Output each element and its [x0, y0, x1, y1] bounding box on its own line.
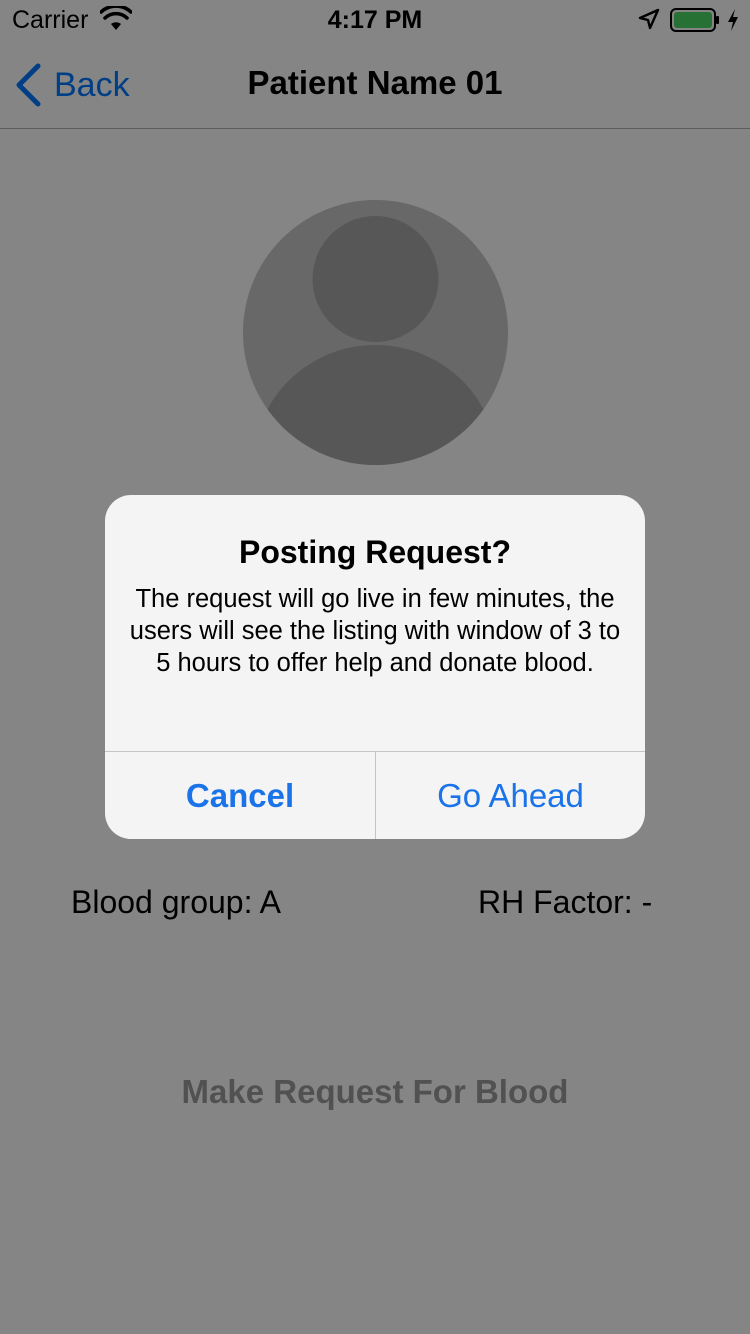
alert-message: The request will go live in few minutes,… — [129, 585, 621, 677]
alert-title: Posting Request? — [238, 534, 511, 570]
go-ahead-button[interactable]: Go Ahead — [376, 752, 645, 839]
cancel-button[interactable]: Cancel — [105, 752, 375, 839]
posting-request-alert: Posting Request? The request will go liv… — [105, 495, 645, 839]
